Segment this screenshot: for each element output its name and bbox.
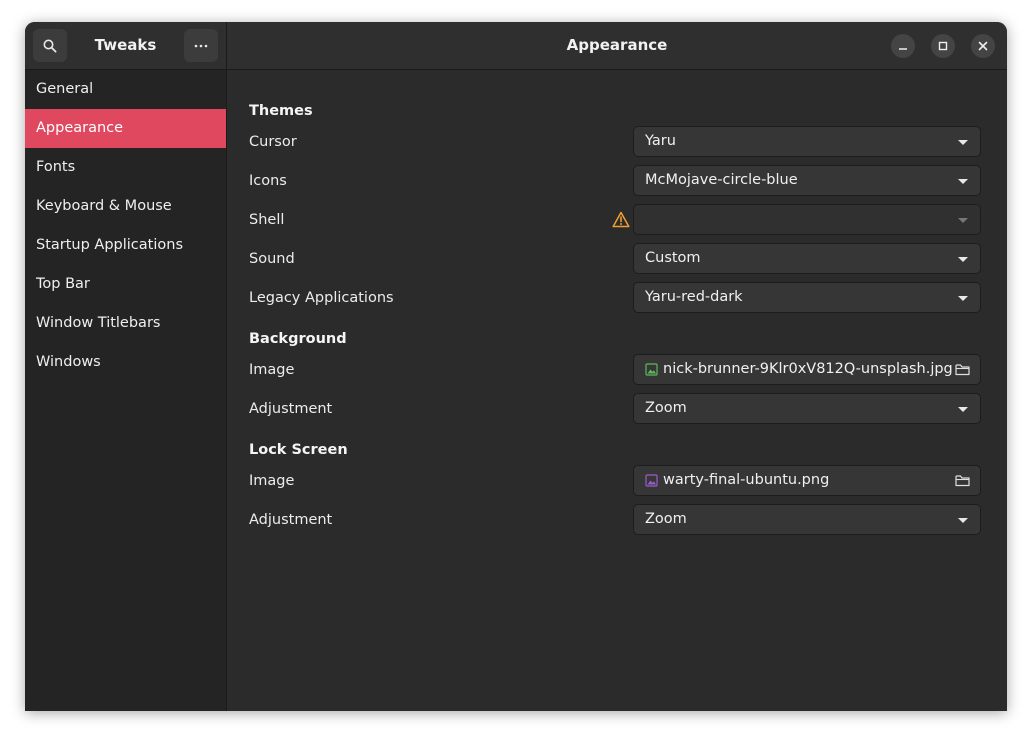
shell-dropdown[interactable]: [633, 204, 981, 235]
lock-screen-adjustment-label: Adjustment: [249, 512, 333, 528]
image-file-icon: [645, 474, 658, 487]
sidebar-item-appearance[interactable]: Appearance: [25, 109, 226, 148]
close-icon: [978, 41, 988, 51]
background-adjustment-label: Adjustment: [249, 401, 333, 417]
icons-label: Icons: [249, 173, 287, 189]
chevron-down-icon: [958, 218, 968, 223]
cursor-dropdown-value: Yaru: [645, 133, 676, 149]
background-image-label: Image: [249, 362, 295, 378]
maximize-icon: [938, 41, 948, 51]
legacy-applications-dropdown-value: Yaru-red-dark: [645, 289, 743, 305]
chevron-down-icon: [958, 296, 968, 301]
lock-screen-section-title: Lock Screen: [249, 442, 348, 458]
cursor-dropdown[interactable]: Yaru: [633, 126, 981, 157]
legacy-applications-dropdown[interactable]: Yaru-red-dark: [633, 282, 981, 313]
sidebar-item-window-titlebars[interactable]: Window Titlebars: [25, 304, 226, 343]
folder-icon[interactable]: [955, 474, 970, 487]
lock-screen-image-label: Image: [249, 473, 295, 489]
themes-section-title: Themes: [249, 103, 313, 119]
chevron-down-icon: [958, 407, 968, 412]
icons-dropdown-value: McMojave-circle-blue: [645, 172, 798, 188]
sidebar-item-fonts[interactable]: Fonts: [25, 148, 226, 187]
sidebar-nav: General Appearance Fonts Keyboard & Mous…: [25, 70, 226, 382]
background-adjustment-value: Zoom: [645, 400, 687, 416]
sound-dropdown-value: Custom: [645, 250, 701, 266]
lock-screen-image-filename: warty-final-ubuntu.png: [663, 472, 830, 488]
background-adjustment-dropdown[interactable]: Zoom: [633, 393, 981, 424]
minimize-button[interactable]: [891, 34, 915, 58]
sidebar-item-startup-applications[interactable]: Startup Applications: [25, 226, 226, 265]
sidebar: Tweaks General Appearance Fonts Keyboard…: [25, 22, 227, 711]
legacy-applications-label: Legacy Applications: [249, 290, 394, 306]
background-image-chooser[interactable]: nick-brunner-9Klr0xV812Q-unsplash.jpg: [633, 354, 981, 385]
chevron-down-icon: [958, 179, 968, 184]
background-section-title: Background: [249, 331, 347, 347]
warning-icon: [612, 211, 630, 228]
main-header: Appearance: [227, 22, 1007, 70]
close-button[interactable]: [971, 34, 995, 58]
sidebar-item-top-bar[interactable]: Top Bar: [25, 265, 226, 304]
sidebar-header: Tweaks: [25, 22, 226, 70]
tweaks-window: Tweaks General Appearance Fonts Keyboard…: [25, 22, 1007, 711]
page-title: Appearance: [566, 36, 668, 54]
minimize-icon: [899, 48, 907, 50]
image-file-icon: [645, 363, 658, 376]
cursor-label: Cursor: [249, 134, 297, 150]
background-image-filename: nick-brunner-9Klr0xV812Q-unsplash.jpg: [663, 361, 953, 377]
shell-label: Shell: [249, 212, 285, 228]
appearance-content: Themes Cursor Yaru Icons McMojave-circle…: [227, 70, 1007, 711]
lock-screen-image-chooser[interactable]: warty-final-ubuntu.png: [633, 465, 981, 496]
chevron-down-icon: [958, 140, 968, 145]
maximize-button[interactable]: [931, 34, 955, 58]
lock-screen-adjustment-dropdown[interactable]: Zoom: [633, 504, 981, 535]
sound-dropdown[interactable]: Custom: [633, 243, 981, 274]
sound-label: Sound: [249, 251, 295, 267]
chevron-down-icon: [958, 518, 968, 523]
folder-icon[interactable]: [955, 363, 970, 376]
search-button[interactable]: [33, 29, 67, 62]
icons-dropdown[interactable]: McMojave-circle-blue: [633, 165, 981, 196]
sidebar-title: Tweaks: [94, 36, 157, 54]
chevron-down-icon: [958, 257, 968, 262]
menu-button[interactable]: [184, 29, 218, 62]
sidebar-item-general[interactable]: General: [25, 70, 226, 109]
more-horizontal-icon: [194, 44, 208, 47]
sidebar-item-windows[interactable]: Windows: [25, 343, 226, 382]
lock-screen-adjustment-value: Zoom: [645, 511, 687, 527]
search-icon: [43, 39, 57, 53]
sidebar-item-keyboard-mouse[interactable]: Keyboard & Mouse: [25, 187, 226, 226]
